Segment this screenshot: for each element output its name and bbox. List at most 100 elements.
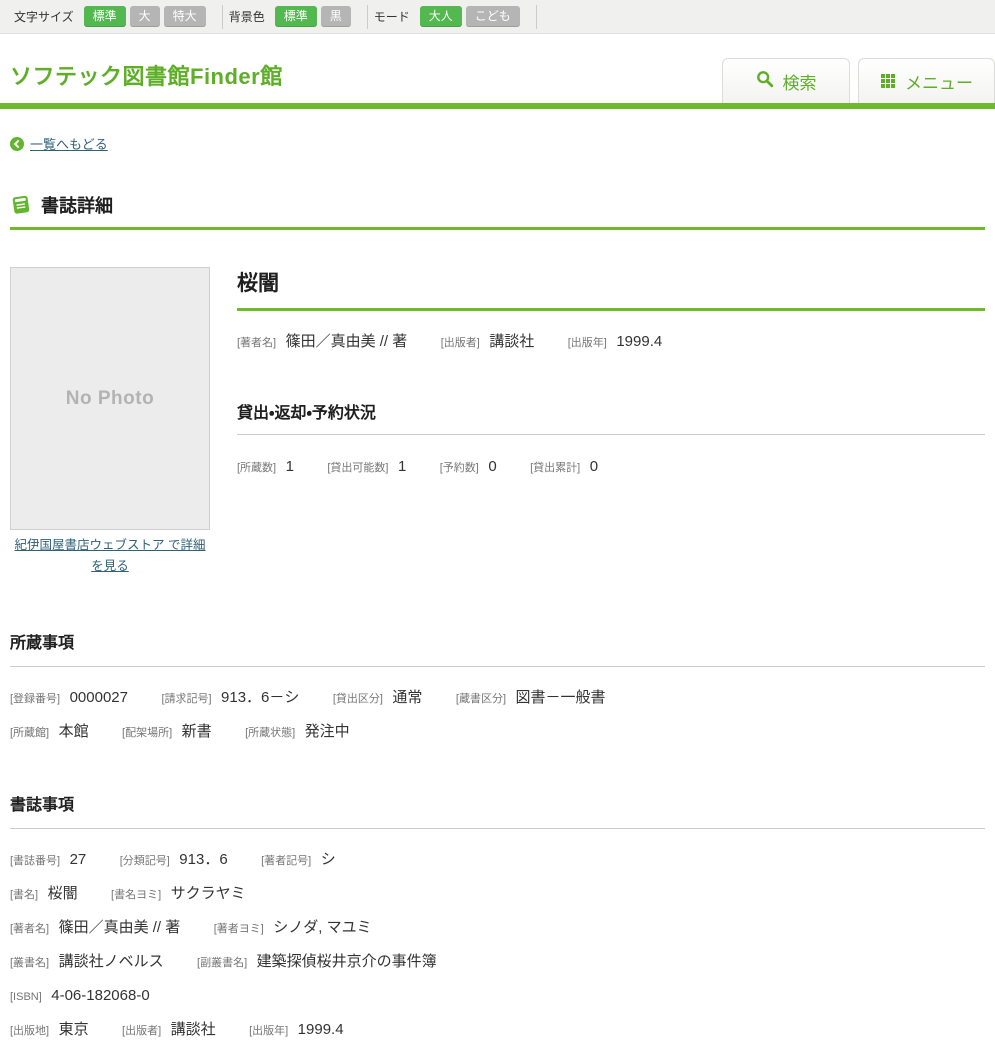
field-value: 913．6－シ xyxy=(221,689,299,706)
field-value: 新書 xyxy=(182,723,212,740)
biblio-row: [書名] 桜闇 [書名ヨミ] サクラヤミ xyxy=(10,884,985,905)
field-pair: [出版年] 1999.4 xyxy=(249,1020,343,1041)
field-value: 東京 xyxy=(59,1021,89,1038)
no-photo-text: No Photo xyxy=(66,388,154,410)
font-size-large-button[interactable]: 大 xyxy=(130,6,160,26)
book-icon xyxy=(10,195,32,215)
field-label: [書誌番号] xyxy=(10,855,60,867)
holding-section: 所蔵事項 [登録番号] 0000027 [請求記号] 913．6－シ [貸出区分… xyxy=(10,629,985,743)
search-tab[interactable]: 検索 xyxy=(722,58,850,103)
field-pair: [出版年] 1999.4 xyxy=(568,332,662,353)
field-value: 1999.4 xyxy=(298,1021,344,1038)
field-pair: [著者ヨミ] シノダ, マユミ xyxy=(214,918,372,939)
page-content: 一覧へもどる 書誌詳細 No Photo 紀伊国屋書店ウェブストア で詳細を見る xyxy=(0,134,995,1041)
field-label: [分類記号] xyxy=(120,855,170,867)
mode-child-button[interactable]: こども xyxy=(466,6,520,26)
field-value: 0000027 xyxy=(70,689,128,706)
book-detail-content: No Photo 紀伊国屋書店ウェブストア で詳細を見る 桜闇 [著者名] 篠田… xyxy=(10,267,985,581)
field-pair: [所蔵状態] 発注中 xyxy=(245,722,350,743)
page-title-section: 書誌詳細 xyxy=(10,192,985,230)
lending-status-title: 貸出・返却・予約状況 xyxy=(237,399,985,435)
background-color-group: 背景色 標準 黒 xyxy=(223,5,368,29)
field-label: [貸出累計] xyxy=(530,462,580,474)
field-pair: [書誌番号] 27 xyxy=(10,850,86,871)
field-pair: [請求記号] 913．6－シ xyxy=(161,688,299,709)
field-label: [出版地] xyxy=(10,1025,49,1037)
book-title: 桜闇 xyxy=(237,267,985,311)
field-pair: [書名ヨミ] サクラヤミ xyxy=(111,884,246,905)
biblio-row: [著者名] 篠田／真由美 // 著 [著者ヨミ] シノダ, マユミ xyxy=(10,918,985,939)
field-pair: [出版者] 講談社 xyxy=(122,1020,216,1041)
field-pair: [貸出可能数] 1 xyxy=(327,457,406,478)
font-size-standard-button[interactable]: 標準 xyxy=(84,6,126,26)
lending-stats-row: [所蔵数] 1 [貸出可能数] 1 [予約数] 0 [貸出累計] 0 xyxy=(237,457,985,478)
field-value: 発注中 xyxy=(305,723,350,740)
holding-section-title: 所蔵事項 xyxy=(10,629,985,667)
biblio-row: [書誌番号] 27 [分類記号] 913．6 [著者記号] シ xyxy=(10,850,985,871)
field-label: [著者ヨミ] xyxy=(214,923,264,935)
field-value: 通常 xyxy=(392,689,422,706)
field-value: サクラヤミ xyxy=(171,885,246,902)
field-pair: [出版者] 講談社 xyxy=(441,332,535,353)
bg-standard-button[interactable]: 標準 xyxy=(275,6,317,26)
kinokuniya-store-link[interactable]: 紀伊国屋書店ウェブストア で詳細を見る xyxy=(10,535,210,576)
menu-tab[interactable]: メニュー xyxy=(858,58,995,103)
field-value: 0 xyxy=(488,458,496,475)
field-pair: [登録番号] 0000027 xyxy=(10,688,128,709)
field-pair: [副叢書名] 建築探偵桜井京介の事件簿 xyxy=(197,952,437,973)
field-pair: [蔵書区分] 図書－一般書 xyxy=(456,688,606,709)
field-value: 1 xyxy=(286,458,294,475)
field-value: 桜闇 xyxy=(48,885,78,902)
font-size-group: 文字サイズ 標準 大 特大 xyxy=(8,5,223,29)
biblio-row: [叢書名] 講談社ノベルス [副叢書名] 建築探偵桜井京介の事件簿 xyxy=(10,952,985,973)
field-value: 27 xyxy=(70,851,87,868)
biblio-row: [出版地] 東京 [出版者] 講談社 [出版年] 1999.4 xyxy=(10,1020,985,1041)
field-label: [貸出可能数] xyxy=(327,462,388,474)
field-label: [出版年] xyxy=(568,337,607,349)
field-value: 4-06-182068-0 xyxy=(51,987,149,1004)
field-pair: [貸出累計] 0 xyxy=(530,457,598,478)
field-label: [予約数] xyxy=(440,462,479,474)
mode-label: モード xyxy=(374,8,410,25)
biblio-section: 書誌事項 [書誌番号] 27 [分類記号] 913．6 [著者記号] シ [書名… xyxy=(10,791,985,1041)
field-label: [登録番号] xyxy=(10,693,60,705)
field-pair: [予約数] 0 xyxy=(440,457,497,478)
header-tabs: 検索 メニュー xyxy=(714,58,995,103)
field-label: [請求記号] xyxy=(161,693,211,705)
field-value: 講談社 xyxy=(171,1021,216,1038)
field-value: 講談社 xyxy=(489,333,534,350)
book-meta-row: [著者名] 篠田／真由美 // 著 [出版者] 講談社 [出版年] 1999.4 xyxy=(237,332,985,353)
field-label: [所蔵館] xyxy=(10,727,49,739)
back-to-list-link[interactable]: 一覧へもどる xyxy=(30,134,108,153)
field-value: 1 xyxy=(398,458,406,475)
biblio-section-title: 書誌事項 xyxy=(10,791,985,829)
field-value: 913．6 xyxy=(179,851,227,868)
site-title: ソフテック図書館Finder館 xyxy=(10,59,283,91)
back-link-row: 一覧へもどる xyxy=(10,134,985,153)
field-pair: [著者記号] シ xyxy=(261,850,336,871)
field-label: [所蔵状態] xyxy=(245,727,295,739)
field-label: [貸出区分] xyxy=(333,693,383,705)
field-value: 篠田／真由美 // 著 xyxy=(286,333,408,350)
field-label: [書名] xyxy=(10,889,38,901)
mode-adult-button[interactable]: 大人 xyxy=(420,6,462,26)
bg-black-button[interactable]: 黒 xyxy=(321,6,351,26)
field-pair: [所蔵館] 本館 xyxy=(10,722,89,743)
lending-status-section: 貸出・返却・予約状況 [所蔵数] 1 [貸出可能数] 1 [予約数] 0 xyxy=(237,399,985,478)
field-label: [配架場所] xyxy=(122,727,172,739)
field-pair: [分類記号] 913．6 xyxy=(120,850,228,871)
field-label: [出版年] xyxy=(249,1025,288,1037)
field-label: [書名ヨミ] xyxy=(111,889,161,901)
menu-tab-label: メニュー xyxy=(905,69,973,94)
field-value: シノダ, マユミ xyxy=(273,919,371,936)
field-pair: [所蔵数] 1 xyxy=(237,457,294,478)
field-value: 建築探偵桜井京介の事件簿 xyxy=(257,953,437,970)
field-value: 講談社ノベルス xyxy=(59,953,164,970)
field-label: [著者名] xyxy=(237,337,276,349)
field-label: [ISBN] xyxy=(10,991,42,1003)
font-size-xlarge-button[interactable]: 特大 xyxy=(164,6,206,26)
field-pair: [配架場所] 新書 xyxy=(122,722,212,743)
site-header: ソフテック図書館Finder館 検索 メニュー xyxy=(0,34,995,103)
field-pair: [ISBN] 4-06-182068-0 xyxy=(10,986,150,1007)
field-value: 篠田／真由美 // 著 xyxy=(59,919,181,936)
